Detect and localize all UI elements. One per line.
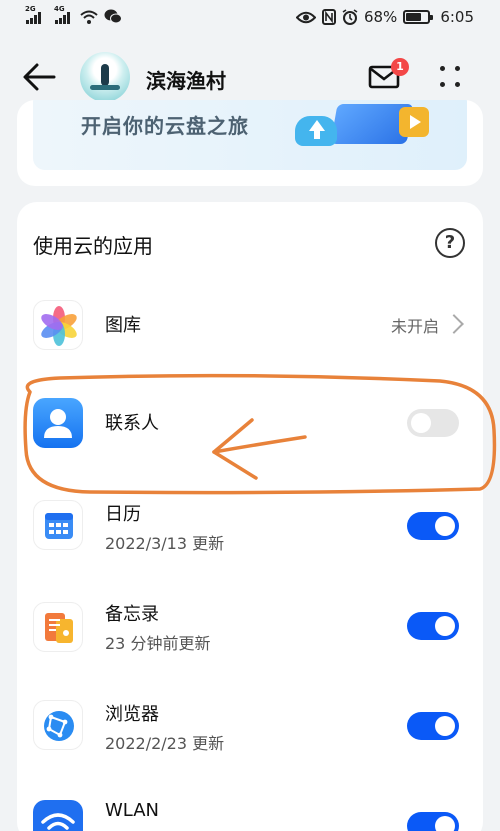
- list-item-gallery[interactable]: 图库 未开启: [33, 300, 467, 350]
- signal-icon-sim1: 2G: [25, 5, 41, 24]
- sync-toggle[interactable]: [407, 812, 459, 831]
- promo-text: 开启你的云盘之旅: [81, 114, 249, 138]
- list-item-wlan[interactable]: WLAN: [33, 798, 467, 831]
- list-item-contacts[interactable]: 联系人: [33, 398, 467, 448]
- sync-toggle[interactable]: [407, 409, 459, 437]
- notification-badge: 1: [391, 58, 409, 76]
- nfc-icon: [321, 9, 336, 25]
- gallery-icon: [33, 300, 83, 350]
- contacts-icon: [33, 398, 83, 448]
- clock-time: 6:05: [440, 8, 474, 26]
- back-arrow-icon[interactable]: [20, 58, 58, 96]
- list-item-label: 日历: [105, 504, 141, 525]
- help-icon[interactable]: ?: [435, 228, 465, 258]
- battery-icon: [403, 10, 434, 24]
- wifi-icon: [80, 10, 98, 24]
- list-item-label: 浏览器: [105, 704, 159, 725]
- battery-percent: 68%: [363, 8, 398, 26]
- list-item-notes[interactable]: 备忘录 23 分钟前更新: [33, 598, 467, 658]
- calendar-icon: [33, 500, 83, 550]
- sync-toggle[interactable]: [407, 512, 459, 540]
- wechat-icon: [104, 9, 122, 24]
- status-text: 未开启: [390, 317, 439, 336]
- video-icon: [399, 107, 429, 137]
- section-title: 使用云的应用: [33, 234, 153, 258]
- list-item-calendar[interactable]: 日历 2022/3/13 更新: [33, 498, 467, 558]
- signal-icon-sim2: 4G: [54, 5, 70, 24]
- sync-toggle[interactable]: [407, 612, 459, 640]
- list-item-label: WLAN: [105, 800, 160, 821]
- chevron-right-icon: [444, 314, 464, 334]
- wlan-icon: [33, 800, 83, 831]
- list-item-label: 备忘录: [105, 604, 159, 625]
- eye-icon: [295, 11, 316, 23]
- page-title: 滨海渔村: [146, 69, 226, 93]
- sync-toggle[interactable]: [407, 712, 459, 740]
- avatar[interactable]: [80, 52, 130, 102]
- list-item-label: 联系人: [105, 413, 159, 434]
- notes-icon: [33, 602, 83, 652]
- status-bar: 2G 4G 68% 6:05: [0, 0, 500, 36]
- list-item-subtitle: 23 分钟前更新: [105, 634, 211, 653]
- list-item-subtitle: 2022/3/13 更新: [105, 534, 225, 553]
- more-options-icon[interactable]: [436, 64, 464, 90]
- promo-card[interactable]: 开启你的云盘之旅: [17, 100, 483, 186]
- browser-icon: [33, 700, 83, 750]
- promo-banner[interactable]: 开启你的云盘之旅: [33, 100, 467, 170]
- alarm-icon: [342, 9, 358, 25]
- list-item-label: 图库: [105, 315, 141, 336]
- list-item-browser[interactable]: 浏览器 2022/2/23 更新: [33, 698, 467, 758]
- cloud-apps-card: 使用云的应用 ? 图库 未开启 联系人 日历 2022/3/13 更新 备忘录 …: [17, 202, 483, 831]
- list-item-subtitle: 2022/2/23 更新: [105, 734, 225, 753]
